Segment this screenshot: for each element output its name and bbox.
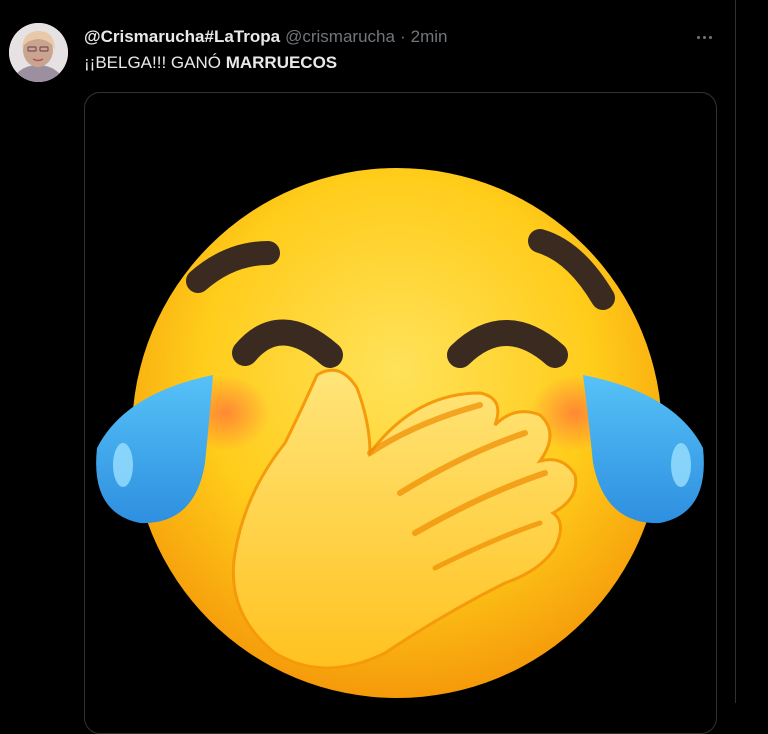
tweet-media[interactable] — [84, 92, 717, 734]
tweet-text-bold: MARRUECOS — [225, 53, 338, 72]
separator: · — [399, 27, 406, 46]
user-handle[interactable]: @crismarucha — [285, 27, 395, 47]
avatar[interactable] — [9, 23, 68, 82]
avatar-photo — [9, 23, 68, 82]
face-with-hand-over-mouth-and-tears-emoji — [96, 168, 704, 698]
timestamp[interactable]: 2min — [411, 27, 448, 47]
tweet-header: @Crismarucha#LaTropa @crismarucha · 2min — [84, 26, 447, 48]
tweet-text-plain: ¡¡BELGA!!! GANÓ — [84, 53, 226, 72]
display-name[interactable]: @Crismarucha#LaTropa — [84, 27, 280, 47]
tweet-text: ¡¡BELGA!!! GANÓ MARRUECOS — [84, 53, 337, 73]
more-horizontal-icon[interactable] — [692, 26, 716, 48]
timeline-border — [735, 0, 736, 703]
